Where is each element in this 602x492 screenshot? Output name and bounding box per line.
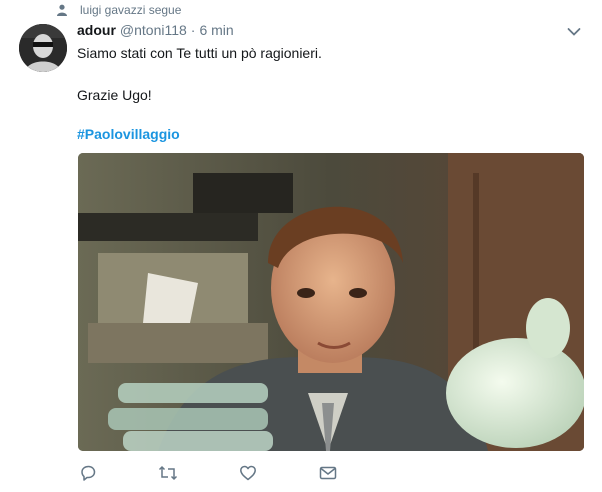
- retweet-icon: [158, 465, 178, 481]
- tweet[interactable]: luigi gavazzi segue adour @ntoni118 · 6 …: [0, 0, 602, 492]
- hashtag-link[interactable]: #Paolovillaggio: [77, 125, 180, 143]
- like-button[interactable]: [238, 463, 258, 483]
- tweet-text-line: Grazie Ugo!: [77, 87, 152, 103]
- tweet-text-line: Siamo stati con Te tutti un pò ragionier…: [77, 45, 322, 61]
- avatar[interactable]: [19, 24, 67, 72]
- reply-icon: [81, 465, 96, 481]
- heart-icon: [240, 465, 256, 481]
- social-context-text[interactable]: luigi gavazzi segue: [80, 3, 181, 17]
- more-options-caret[interactable]: [566, 24, 582, 40]
- separator: ·: [190, 22, 196, 38]
- social-context: luigi gavazzi segue: [56, 2, 181, 18]
- direct-message-button[interactable]: [318, 463, 338, 483]
- tweet-media-photo[interactable]: [78, 153, 584, 451]
- username[interactable]: @ntoni118: [120, 22, 187, 38]
- tweet-header: adour @ntoni118 · 6 min: [77, 22, 234, 42]
- reply-button[interactable]: [78, 463, 98, 483]
- chevron-down-icon: [567, 28, 581, 36]
- timestamp[interactable]: 6 min: [199, 22, 233, 38]
- envelope-icon: [319, 466, 337, 480]
- retweet-button[interactable]: [158, 463, 178, 483]
- person-icon: [57, 4, 67, 16]
- display-name[interactable]: adour: [77, 22, 116, 38]
